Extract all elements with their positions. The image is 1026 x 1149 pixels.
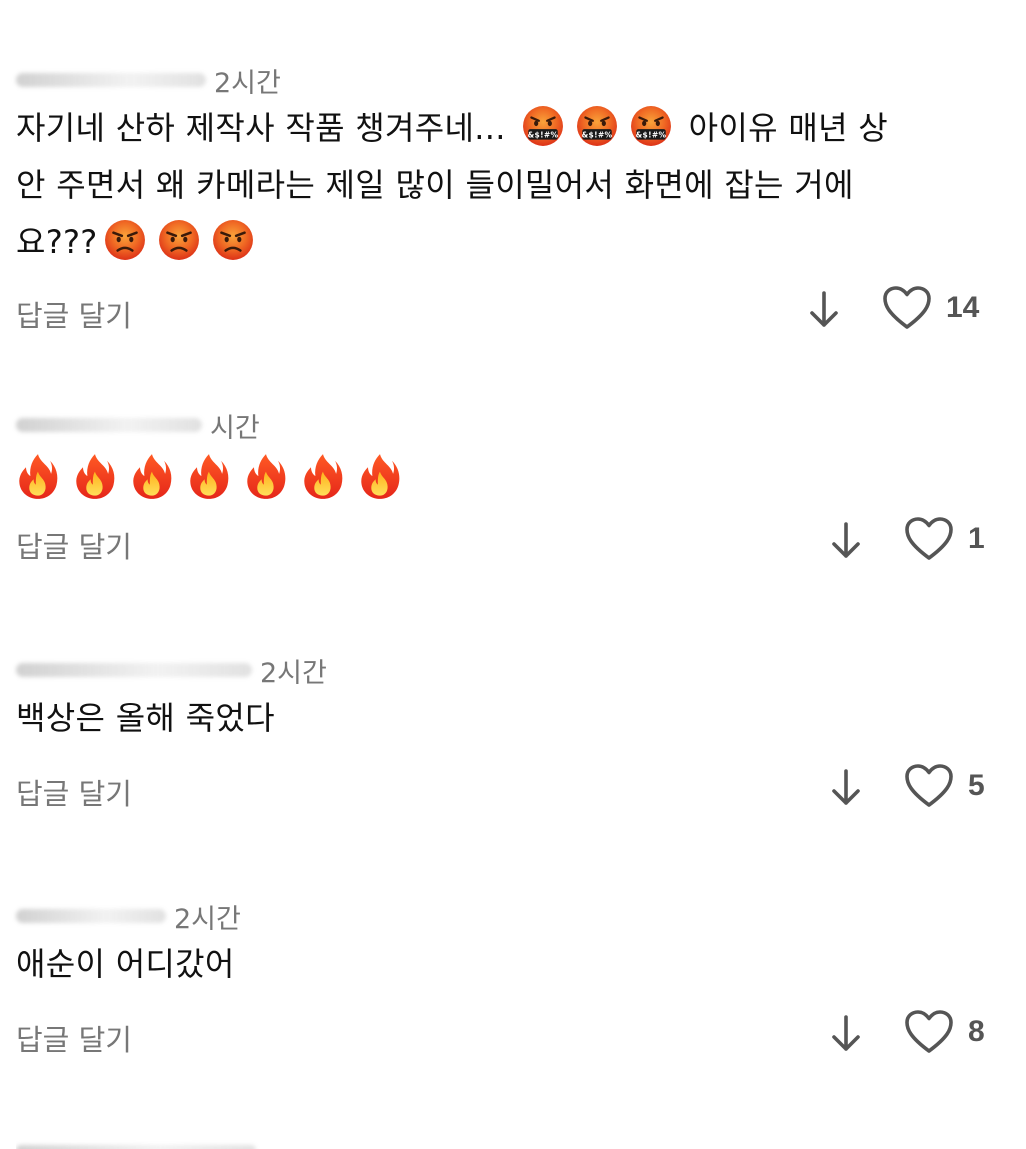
comment-text: 백상은 올해 죽었다 [16, 699, 275, 737]
angry-face-icon [104, 219, 146, 261]
fire-icon [130, 452, 174, 500]
reply-button[interactable]: 답글 달기 [16, 1017, 132, 1059]
comment-text: 자기네 산하 제작사 작품 챙겨주네... 아이유 매년 상 안 주면서 왜 카… [16, 100, 996, 271]
comment-text-line: 요??? [16, 223, 98, 261]
comment-text-line: 자기네 산하 제작사 작품 챙겨주네... [16, 109, 506, 147]
like-button[interactable]: 5 [904, 763, 985, 809]
heart-icon [905, 1010, 953, 1053]
angry-face-icon [158, 219, 200, 261]
fire-icon [301, 452, 345, 500]
username-redacted [16, 73, 206, 87]
fire-icon [187, 452, 231, 500]
arrow-down-icon[interactable] [828, 1013, 864, 1055]
username-redacted [16, 418, 202, 432]
reply-button[interactable]: 답글 달기 [16, 524, 132, 566]
comment-time: 시간 [210, 412, 260, 444]
cursing-face-icon [522, 105, 564, 147]
comment-text-line: 아이유 매년 상 [688, 109, 889, 147]
fire-icon [73, 452, 117, 500]
comment-text-line: 안 주면서 왜 카메라는 제일 많이 들이밀어서 화면에 잡는 거에 [16, 166, 854, 204]
comment-meta: 2시간 [16, 650, 996, 690]
comment-actions: 답글 달기 8 [16, 1009, 996, 1059]
like-button[interactable]: 8 [904, 1009, 985, 1055]
fire-icon [16, 452, 60, 500]
arrow-down-icon[interactable] [806, 289, 842, 331]
comment-actions: 답글 달기 5 [16, 763, 996, 813]
comment-text [16, 451, 996, 508]
heart-icon [883, 286, 931, 329]
comment-actions: 답글 달기 1 [16, 516, 996, 566]
heart-icon [905, 764, 953, 807]
like-count: 1 [968, 522, 985, 555]
like-button[interactable]: 1 [904, 516, 985, 562]
angry-face-icon [212, 219, 254, 261]
comment-meta: 2시간 [16, 896, 996, 936]
comment-actions: 답글 달기 14 [16, 285, 996, 335]
username-redacted [16, 909, 166, 923]
fire-icon [358, 452, 402, 500]
comment-meta: 2시간 [16, 60, 996, 100]
like-button[interactable]: 14 [882, 285, 979, 331]
reply-button[interactable]: 답글 달기 [16, 771, 132, 813]
cursing-face-icon [630, 105, 672, 147]
comment: 2시간 애순이 어디갔어 답글 달기 8 [16, 896, 996, 1059]
reply-button[interactable]: 답글 달기 [16, 293, 132, 335]
like-count: 8 [968, 1015, 985, 1048]
like-count: 14 [946, 291, 980, 324]
comment: 2시간 자기네 산하 제작사 작품 챙겨주네... 아이유 매년 상 안 주면서… [16, 60, 996, 335]
arrow-down-icon[interactable] [828, 520, 864, 562]
heart-icon [905, 517, 953, 560]
comment-meta: 시간 [16, 405, 996, 445]
fire-icon [244, 452, 288, 500]
comment-time: 2시간 [260, 657, 327, 689]
username-redacted [16, 663, 252, 677]
comment-text: 애순이 어디갔어 [16, 945, 235, 983]
arrow-down-icon[interactable] [828, 767, 864, 809]
cursing-face-icon [576, 105, 618, 147]
comment: 2시간 백상은 올해 죽었다 답글 달기 5 [16, 650, 996, 813]
like-count: 5 [968, 769, 985, 802]
comment: 시간 답글 달기 1 [16, 405, 996, 566]
comment-time: 2시간 [174, 903, 241, 935]
comment-time: 2시간 [214, 67, 281, 99]
username-redacted [16, 1145, 256, 1149]
next-comment-meta-partial [16, 1140, 276, 1149]
